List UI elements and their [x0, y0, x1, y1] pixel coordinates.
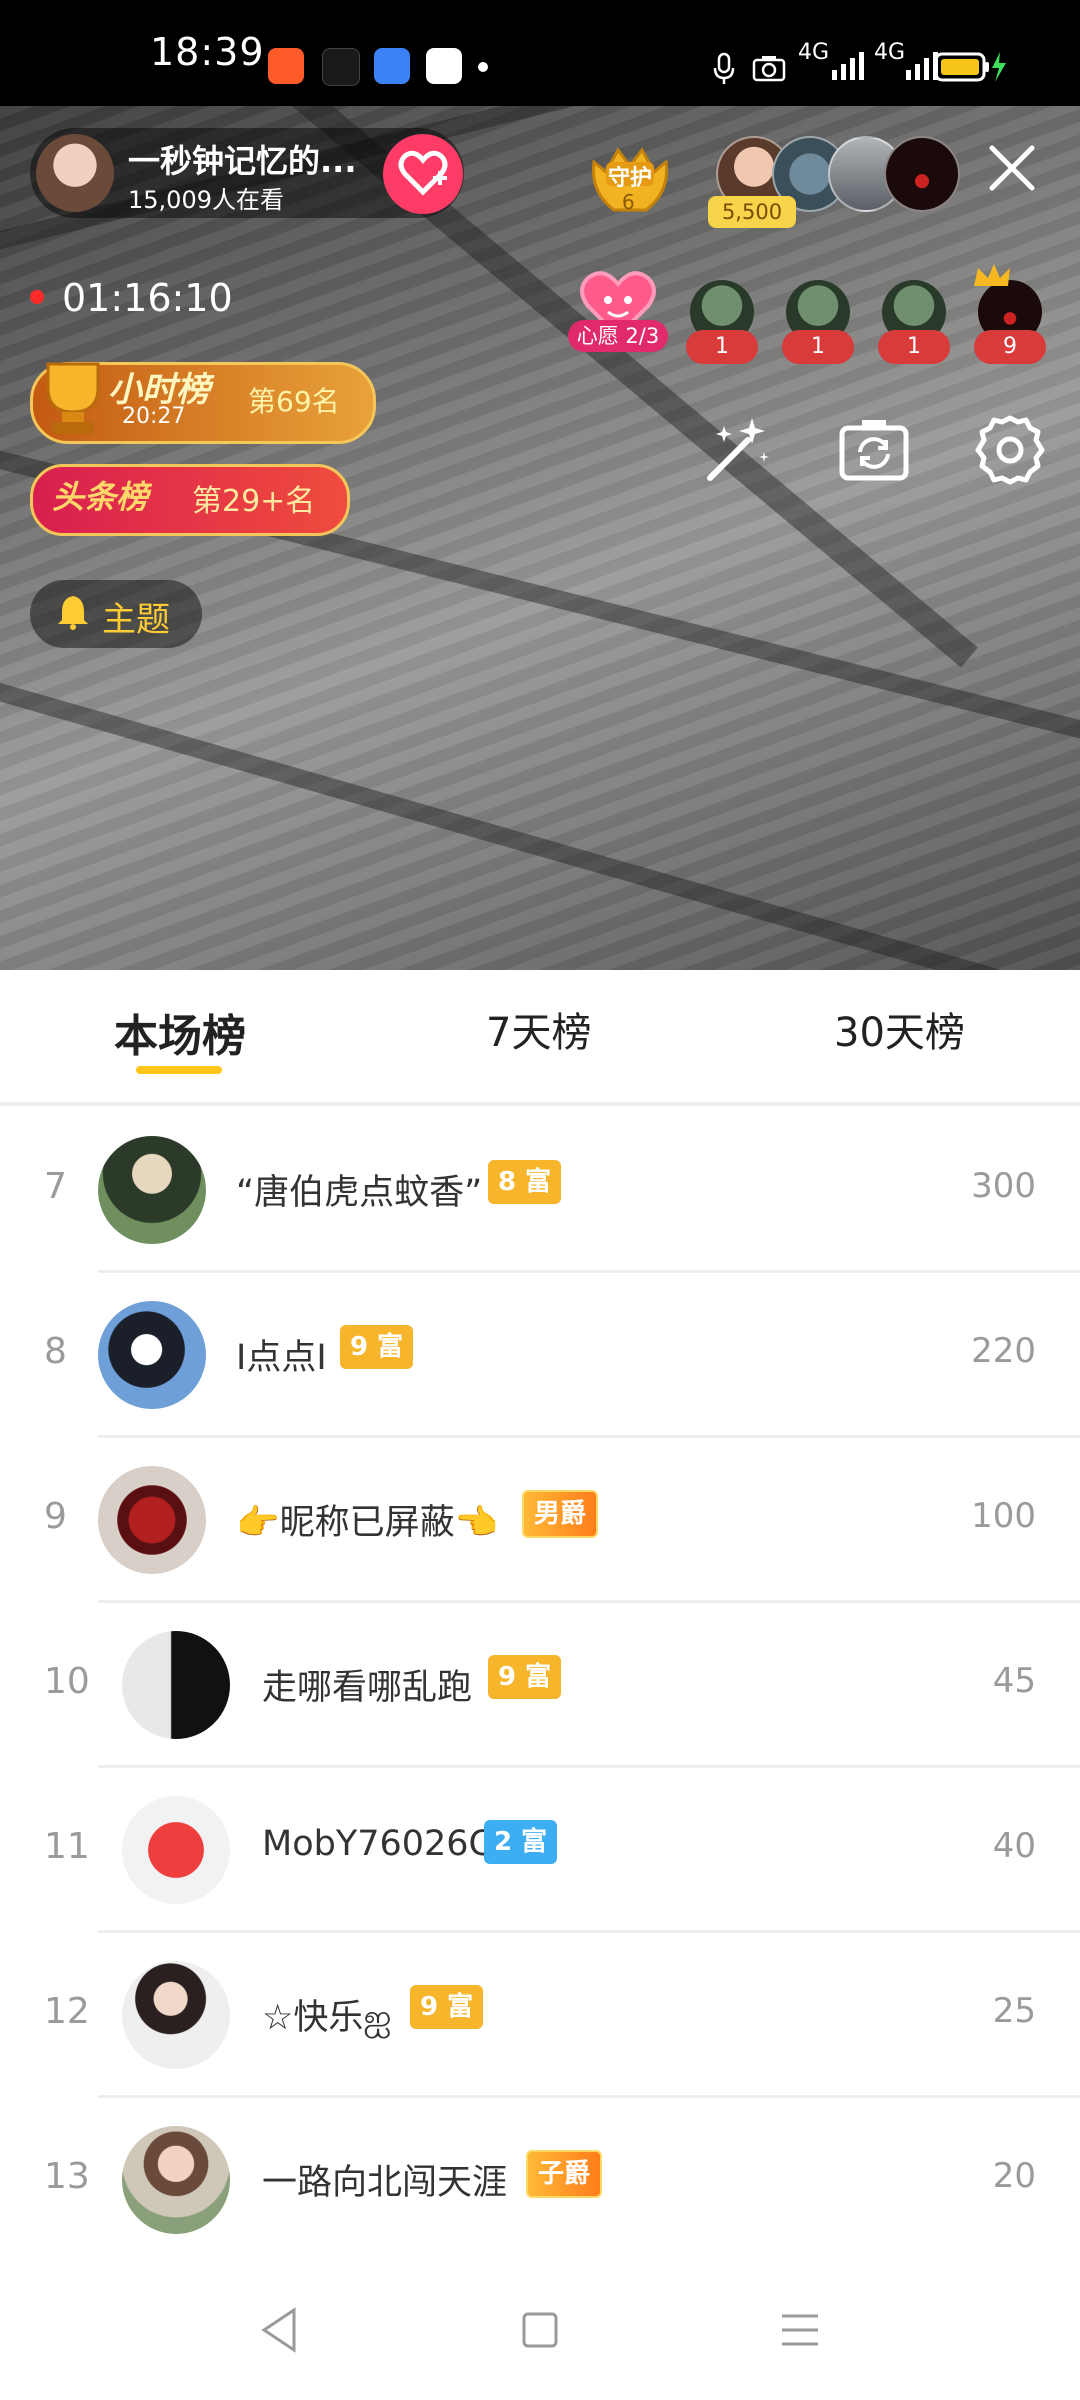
avatar[interactable] [98, 1301, 206, 1409]
user-name: MobY76026C [262, 1824, 493, 1864]
contribution-score: 100 [971, 1496, 1036, 1536]
menu-icon[interactable] [770, 2300, 830, 2360]
noble-title-badge: 子爵 [526, 2150, 603, 2198]
wealth-level-badge: 9 富 [488, 1655, 562, 1699]
avatar[interactable] [122, 1631, 230, 1739]
headline-rank-position: 第29+名 [192, 484, 316, 519]
ranked-viewer-count: 9 [974, 330, 1046, 364]
guard-label: 守护 [608, 166, 653, 191]
user-name: “唐伯虎点蚊香” [236, 1173, 483, 1213]
user-name: 👉昵称已屏蔽👈 [236, 1503, 499, 1543]
contribution-score: 45 [992, 1661, 1036, 1701]
rank-number: 7 [44, 1166, 67, 1207]
user-name: I点点I [236, 1338, 327, 1378]
avatar[interactable] [122, 1796, 230, 1904]
noble-title-badge: 男爵 [522, 1490, 599, 1538]
contribution-score: 300 [971, 1166, 1036, 1206]
wealth-level-badge: 8 富 [488, 1160, 562, 1204]
heart-plus-icon [398, 150, 448, 196]
status-bar: 18:39 4G 4G [0, 0, 1080, 106]
guard-count: 6 [622, 190, 635, 214]
crown-icon [974, 264, 1010, 286]
list-item[interactable]: 8 I点点I 9 富 220 [0, 1273, 1080, 1438]
live-duration: 01:16:10 [62, 276, 233, 320]
wealth-level-badge: 9 富 [340, 1325, 414, 1369]
status-time: 18:39 [150, 30, 265, 74]
list-item[interactable]: 11 MobY76026C 2 富 40 [0, 1768, 1080, 1933]
list-item[interactable]: 12 ☆快乐ஐ 9 富 25 [0, 1933, 1080, 2098]
divider [0, 1102, 1080, 1106]
contribution-score: 25 [992, 1991, 1036, 2031]
close-button[interactable] [984, 140, 1040, 196]
list-item[interactable]: 10 走哪看哪乱跑 9 富 45 [0, 1603, 1080, 1768]
cloud-icon [374, 48, 410, 84]
theme-label: 主题 [102, 600, 170, 640]
camera-icon [752, 56, 786, 82]
tab-this-session[interactable]: 本场榜 [114, 1000, 246, 1064]
viewer-count: 15,009人在看 [128, 186, 284, 214]
rank-number: 9 [44, 1496, 67, 1537]
wish-progress-label[interactable]: 心愿 2/3 [568, 320, 668, 352]
hourly-rank-position: 第69名 [248, 385, 340, 418]
rank-number: 13 [44, 2156, 90, 2197]
settings-gear-icon[interactable] [972, 412, 1048, 488]
top-viewer-avatar[interactable] [884, 136, 960, 212]
rank-number: 8 [44, 1331, 67, 1372]
browser-icon [426, 48, 462, 84]
list-item[interactable]: 7 “唐伯虎点蚊香” 8 富 300 [0, 1108, 1080, 1273]
network-type-2: 4G [874, 40, 906, 65]
battery-icon [934, 52, 1006, 82]
user-name: 走哪看哪乱跑 [262, 1668, 473, 1708]
signal-icon [832, 52, 864, 80]
contribution-score: 40 [992, 1826, 1036, 1866]
bell-icon [58, 596, 88, 630]
top-score-tag: 5,500 [708, 196, 796, 228]
list-item[interactable]: 13 一路向北闯天涯 子爵 20 [0, 2098, 1080, 2263]
close-icon [989, 145, 1035, 191]
live-video-area[interactable] [0, 106, 1080, 970]
host-avatar[interactable] [36, 134, 114, 212]
contribution-score: 220 [971, 1331, 1036, 1371]
ranked-viewer-count: 1 [782, 330, 854, 364]
contribution-score: 20 [992, 2156, 1036, 2196]
trophy-icon [46, 362, 100, 434]
user-name: ☆快乐ஐ [262, 1998, 392, 2038]
wealth-level-badge: 9 富 [410, 1985, 484, 2029]
wealth-level-badge: 2 富 [484, 1820, 558, 1864]
avatar[interactable] [122, 1961, 230, 2069]
user-name: 一路向北闯天涯 [262, 2163, 508, 2203]
mic-icon [713, 52, 735, 84]
headline-rank-title: 头条榜 [52, 478, 149, 516]
tab-7-days[interactable]: 7天榜 [486, 1000, 591, 1058]
tab-30-days[interactable]: 30天榜 [834, 1000, 965, 1058]
flip-camera-icon[interactable] [836, 412, 912, 488]
follow-heart-button[interactable] [383, 134, 463, 214]
ranked-viewer-count: 1 [686, 330, 758, 364]
magic-wand-icon[interactable] [700, 412, 776, 488]
network-type-1: 4G [798, 40, 830, 65]
kuaishou-icon [268, 48, 304, 84]
recording-dot-icon [30, 290, 44, 304]
list-item[interactable]: 9 👉昵称已屏蔽👈 男爵 100 [0, 1438, 1080, 1603]
hourly-rank-time: 20:27 [122, 404, 186, 429]
home-icon[interactable] [510, 2300, 570, 2360]
back-icon[interactable] [250, 2300, 310, 2360]
notification-dot-icon [478, 62, 488, 72]
rank-number: 10 [44, 1661, 90, 1702]
rank-number: 11 [44, 1826, 90, 1867]
avatar[interactable] [98, 1466, 206, 1574]
rank-number: 12 [44, 1991, 90, 2032]
active-tab-indicator [136, 1066, 222, 1074]
host-name: 一秒钟记忆的... [128, 142, 357, 180]
ranked-viewer-count: 1 [878, 330, 950, 364]
tiktok-icon [322, 48, 360, 86]
avatar[interactable] [122, 2126, 230, 2234]
avatar[interactable] [98, 1136, 206, 1244]
